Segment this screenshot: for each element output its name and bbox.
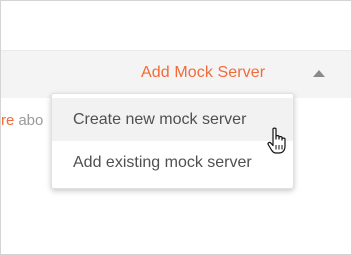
create-new-mock-server-option[interactable]: Create new mock server — [52, 98, 293, 141]
add-existing-mock-server-option[interactable]: Add existing mock server — [52, 141, 293, 184]
add-mock-server-button[interactable]: Add Mock Server — [141, 64, 265, 82]
learn-more-link[interactable]: re — [1, 112, 14, 129]
caret-up-icon[interactable] — [313, 70, 325, 77]
hand-pointer-cursor-icon — [267, 127, 286, 154]
background-description: re abo — [1, 112, 43, 129]
app-frame: Add Mock Server re abo Create new mock se… — [0, 0, 352, 255]
add-mock-server-dropdown: Create new mock server Add existing mock… — [51, 93, 294, 189]
description-text: abo — [18, 112, 44, 129]
